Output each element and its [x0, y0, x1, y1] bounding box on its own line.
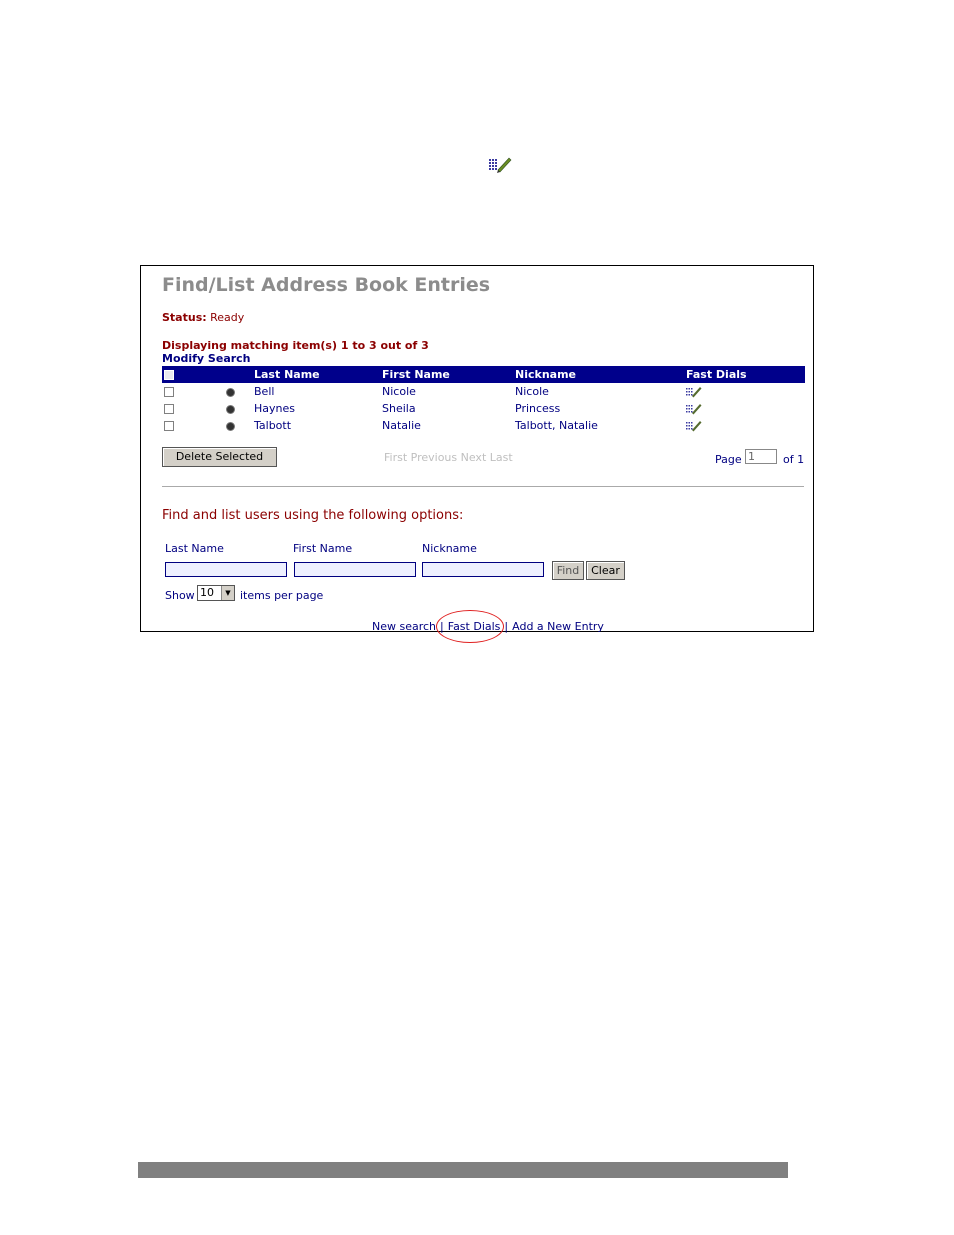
clear-button[interactable]: Clear	[586, 561, 625, 580]
new-search-link[interactable]: New search	[370, 620, 438, 633]
table-row: Talbott Natalie Talbott, Natalie	[162, 417, 805, 434]
column-header-nickname[interactable]: Nickname	[513, 366, 684, 383]
nickname-input[interactable]	[422, 562, 544, 577]
table-row: Haynes Sheila Princess	[162, 400, 805, 417]
nickname-cell: Princess	[515, 402, 561, 415]
first-name-cell: Natalie	[382, 419, 421, 432]
last-name-cell[interactable]: Bell	[252, 383, 380, 400]
column-header-first-name[interactable]: First Name	[380, 366, 513, 383]
results-summary: Displaying matching item(s) 1 to 3 out o…	[162, 339, 429, 352]
show-label: Show	[165, 589, 195, 602]
delete-selected-button[interactable]: Delete Selected	[162, 447, 277, 467]
fast-dials-icon[interactable]	[686, 386, 702, 398]
last-name-label: Last Name	[165, 542, 224, 555]
fast-dials-icon[interactable]	[686, 403, 702, 415]
highlight-circle	[436, 610, 504, 643]
table-header-row: Last Name First Name Nickname Fast Dials	[162, 366, 805, 383]
fast-dials-icon	[489, 157, 512, 173]
column-header-fast-dials: Fast Dials	[684, 366, 805, 383]
footer-bar	[138, 1162, 788, 1178]
nickname-cell: Nicole	[515, 385, 549, 398]
first-name-cell: Nicole	[382, 385, 416, 398]
results-table: Last Name First Name Nickname Fast Dials…	[162, 366, 805, 434]
page-number-input[interactable]: 1	[745, 449, 777, 464]
row-checkbox[interactable]	[164, 404, 174, 414]
items-per-page-select[interactable]: 10 ▼	[197, 585, 235, 601]
items-per-page-value: 10	[200, 586, 214, 599]
pagination-links[interactable]: First Previous Next Last	[384, 451, 513, 464]
items-per-page-label: items per page	[240, 589, 324, 602]
select-all-checkbox[interactable]	[164, 370, 174, 380]
status-label: Status:	[162, 311, 207, 324]
nickname-cell: Talbott, Natalie	[515, 419, 598, 432]
page-label: Page	[715, 453, 742, 466]
add-new-entry-link[interactable]: Add a New Entry	[510, 620, 606, 633]
row-checkbox[interactable]	[164, 387, 174, 397]
status-line: Status: Ready	[162, 311, 244, 324]
modify-search-link[interactable]: Modify Search	[162, 352, 251, 365]
first-name-label: First Name	[293, 542, 353, 555]
find-button[interactable]: Find	[552, 561, 584, 580]
divider	[162, 486, 804, 487]
last-name-cell[interactable]: Talbott	[252, 417, 380, 434]
first-name-input[interactable]	[294, 562, 416, 577]
last-name-input[interactable]	[165, 562, 287, 577]
chevron-down-icon[interactable]: ▼	[221, 586, 234, 600]
first-name-cell: Sheila	[382, 402, 416, 415]
column-header-last-name[interactable]: Last Name	[252, 366, 380, 383]
fast-dials-icon[interactable]	[686, 420, 702, 432]
select-all-cell	[162, 366, 224, 383]
page-title: Find/List Address Book Entries	[162, 274, 491, 296]
row-radio[interactable]	[226, 387, 235, 397]
last-name-cell[interactable]: Haynes	[252, 400, 380, 417]
status-value: Ready	[210, 311, 245, 324]
page-total-label: of 1	[783, 453, 805, 466]
column-header	[224, 366, 252, 383]
row-checkbox[interactable]	[164, 421, 174, 431]
find-section-title: Find and list users using the following …	[162, 508, 464, 523]
row-radio[interactable]	[226, 421, 235, 431]
row-radio[interactable]	[226, 404, 235, 414]
address-book-panel: Find/List Address Book Entries Status: R…	[140, 265, 814, 633]
table-row: Bell Nicole Nicole	[162, 383, 805, 400]
nickname-label: Nickname	[422, 542, 477, 555]
